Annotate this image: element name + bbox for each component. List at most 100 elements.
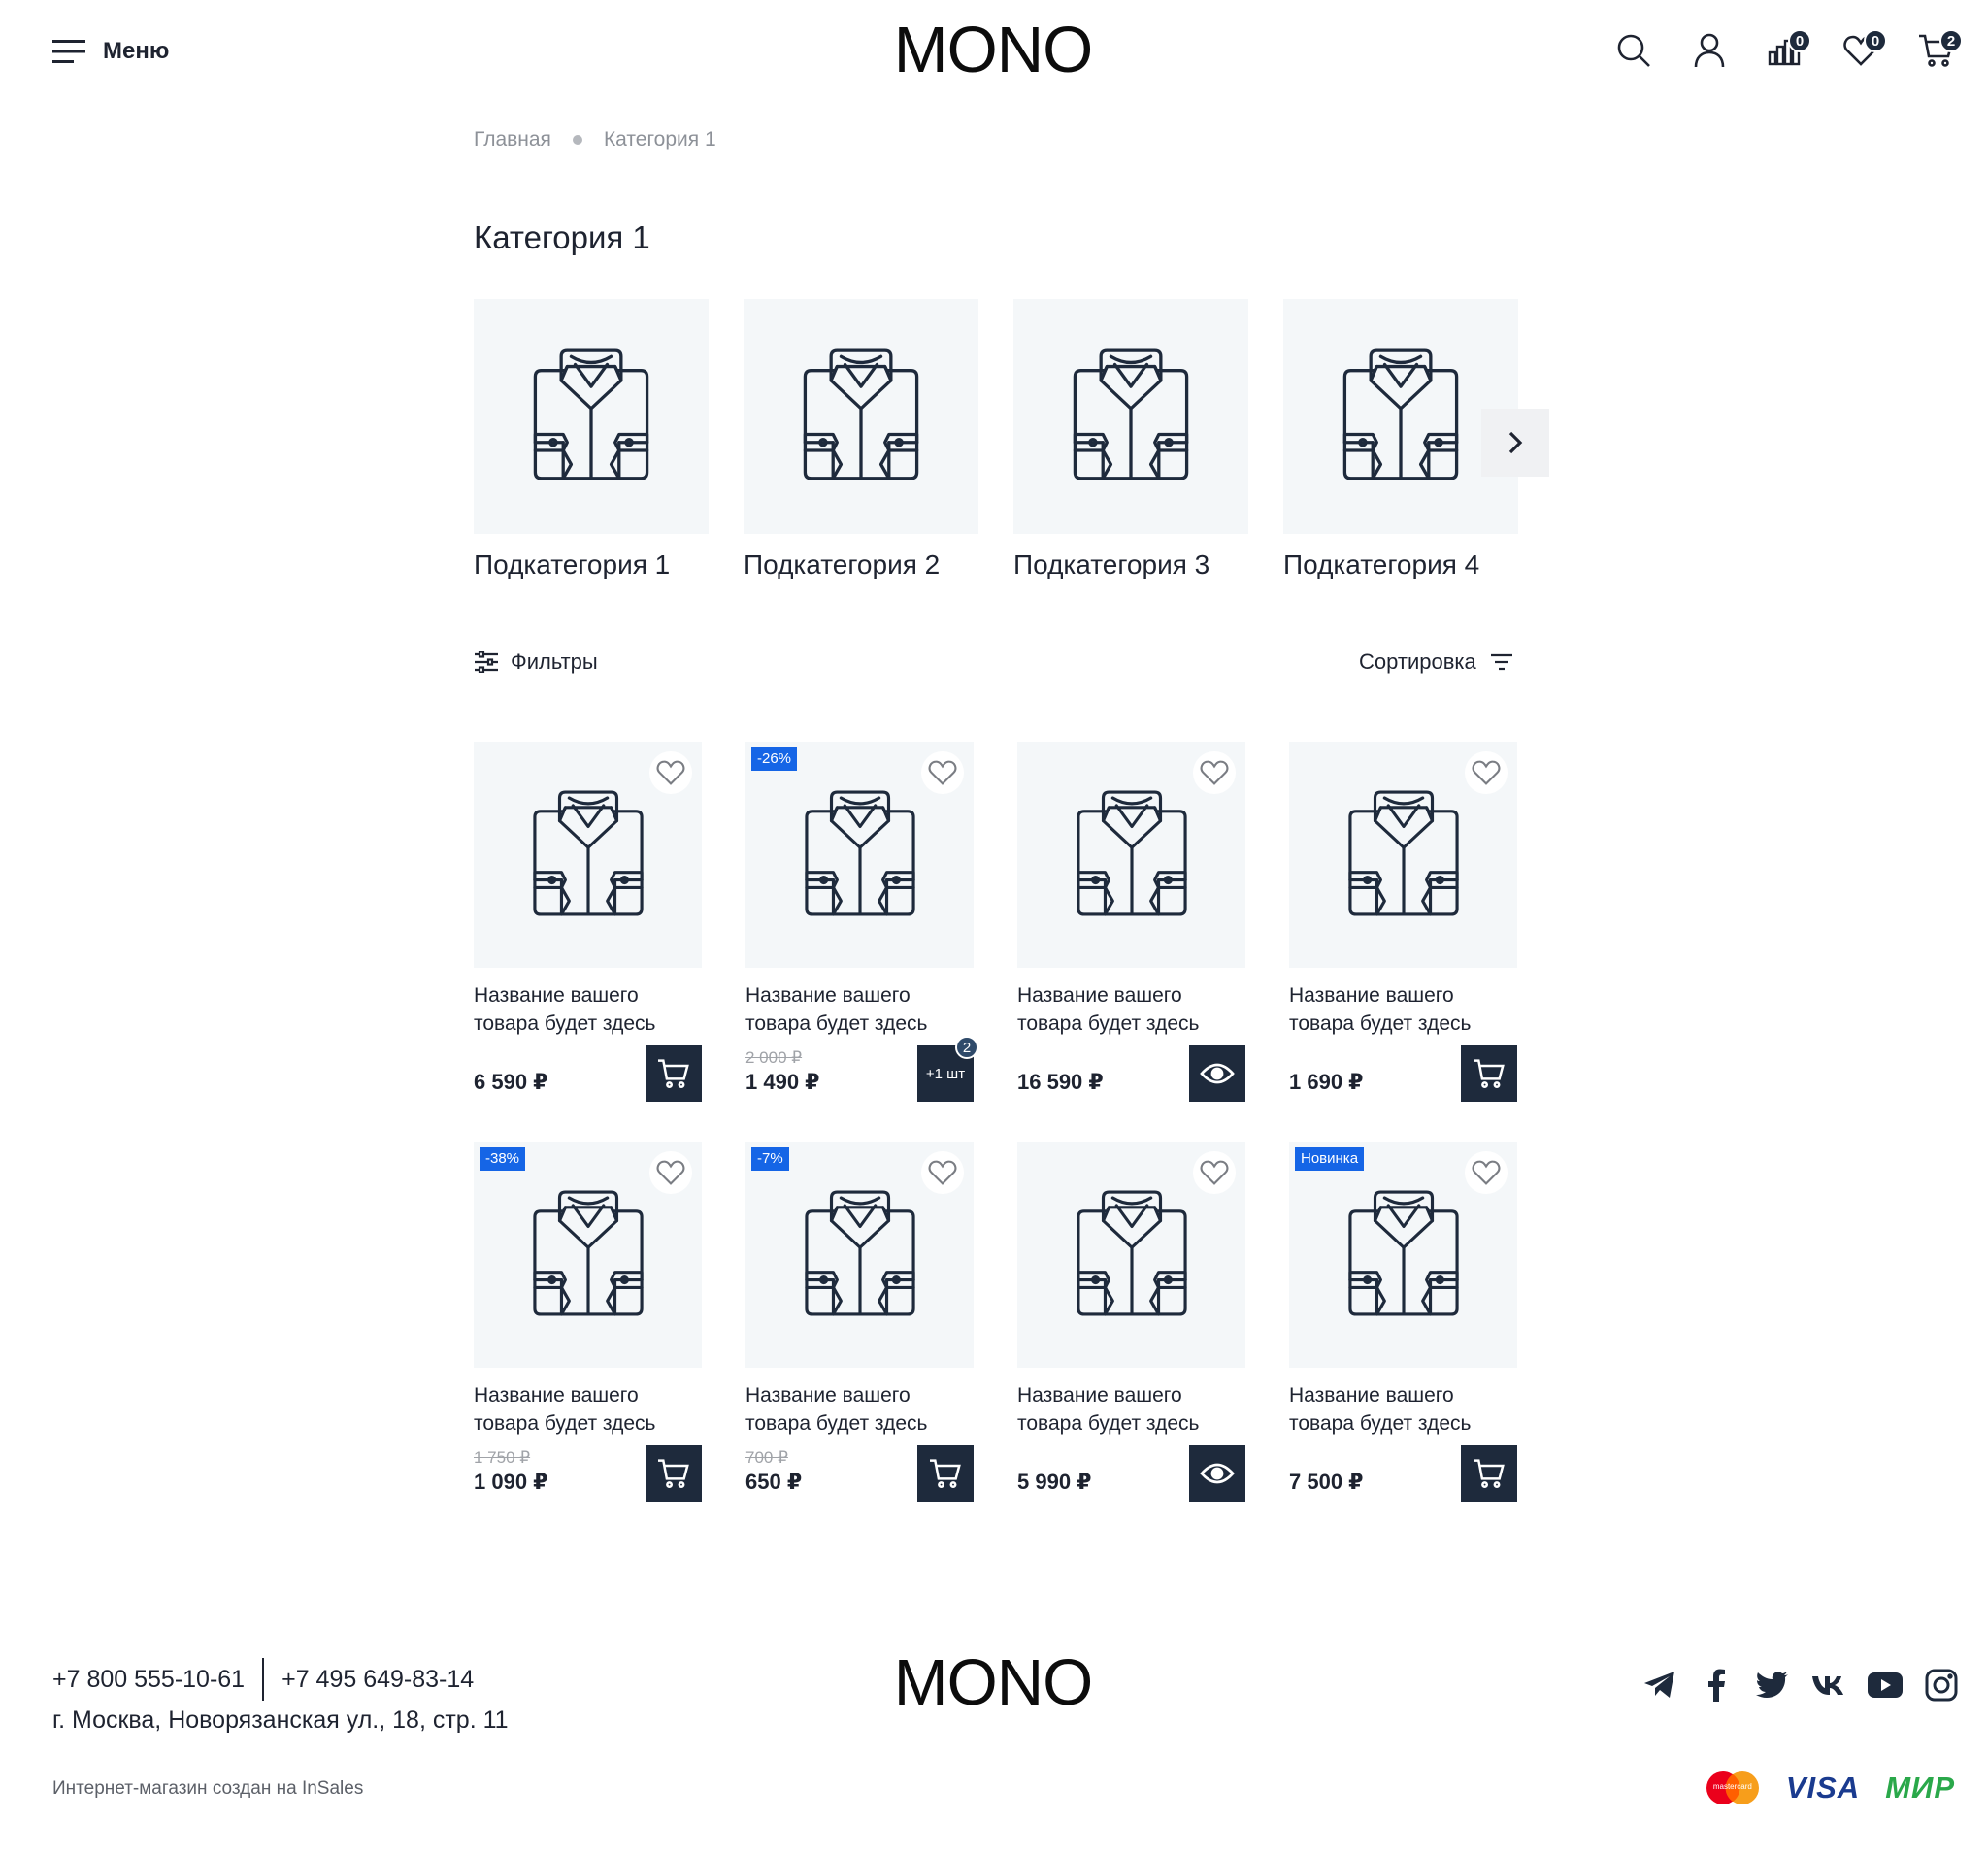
breadcrumb-separator xyxy=(572,135,582,145)
cart-icon xyxy=(930,1459,961,1489)
site-logo[interactable]: MONO xyxy=(866,17,1120,83)
subcategory-card[interactable]: Подкатегория 1 xyxy=(474,299,709,580)
add-to-cart-button[interactable] xyxy=(1461,1045,1517,1102)
twitter-link[interactable] xyxy=(1755,1668,1790,1703)
add-to-favorites-button[interactable] xyxy=(921,1151,964,1194)
footer-logo[interactable]: MONO xyxy=(866,1650,1120,1715)
product-card[interactable]: -38% Название вашего товара будет здесь 1 … xyxy=(474,1142,702,1502)
visa-logo: VISA xyxy=(1785,1771,1861,1804)
search-icon xyxy=(1617,34,1650,67)
product-name[interactable]: Название вашего товара будет здесь xyxy=(1289,981,1517,1038)
instagram-icon xyxy=(1925,1669,1958,1702)
product-image[interactable]: -7% xyxy=(746,1142,974,1368)
product-prices: 2 000 ₽ 1 490 ₽ xyxy=(746,1047,819,1096)
breadcrumb: Главная Категория 1 xyxy=(474,128,716,151)
add-to-cart-button[interactable] xyxy=(917,1445,974,1502)
facebook-link[interactable] xyxy=(1699,1668,1734,1703)
subcategory-card[interactable]: Подкатегория 2 xyxy=(744,299,978,580)
product-name[interactable]: Название вашего товара будет здесь xyxy=(474,981,702,1038)
shirt-icon xyxy=(1342,348,1459,480)
product-card[interactable]: Новинка Название вашего товара будет здес… xyxy=(1289,1142,1517,1502)
add-to-favorites-button[interactable] xyxy=(649,1151,692,1194)
footer-phones: +7 800 555-10-61 +7 495 649-83-14 xyxy=(52,1658,474,1701)
sort-icon xyxy=(1490,653,1512,671)
shirt-icon xyxy=(533,348,649,480)
product-name[interactable]: Название вашего товара будет здесь xyxy=(474,1381,702,1438)
product-image[interactable] xyxy=(1017,742,1245,968)
product-prices: 1 690 ₽ xyxy=(1289,1069,1363,1096)
shirt-icon xyxy=(1076,790,1187,916)
quick-view-button[interactable] xyxy=(1189,1045,1245,1102)
add-to-cart-button[interactable] xyxy=(1461,1445,1517,1502)
instagram-link[interactable] xyxy=(1924,1668,1959,1703)
add-to-favorites-button[interactable] xyxy=(1465,751,1508,794)
add-to-favorites-button[interactable] xyxy=(1465,1151,1508,1194)
product-name[interactable]: Название вашего товара будет здесь xyxy=(746,1381,974,1438)
favorites-count-badge: 0 xyxy=(1864,29,1887,52)
subcategory-name: Подкатегория 3 xyxy=(1013,549,1210,579)
telegram-icon xyxy=(1644,1672,1674,1698)
subcategory-card[interactable]: Подкатегория 3 xyxy=(1013,299,1248,580)
footer-logo-text: MONO xyxy=(893,1646,1093,1719)
shirt-icon xyxy=(532,790,644,916)
footer-phone-1[interactable]: +7 800 555-10-61 xyxy=(52,1666,245,1694)
add-to-cart-button[interactable] xyxy=(646,1445,702,1502)
search-button[interactable] xyxy=(1611,23,1656,78)
product-badge: -26% xyxy=(751,747,798,771)
product-card[interactable]: Название вашего товара будет здесь 16 590… xyxy=(1017,742,1245,1102)
footer-credit[interactable]: Интернет-магазин создан на InSales xyxy=(52,1778,363,1800)
product-card[interactable]: Название вашего товара будет здесь 1 690 … xyxy=(1289,742,1517,1102)
menu-button[interactable]: Меню xyxy=(52,33,169,70)
social-links xyxy=(1642,1668,1959,1703)
sliders-icon xyxy=(475,651,498,673)
slider-next-button[interactable] xyxy=(1481,409,1549,477)
product-card[interactable]: -26% Название вашего товара будет здесь 2 … xyxy=(746,742,978,1102)
product-image[interactable] xyxy=(474,742,702,968)
product-card[interactable]: -7% Название вашего товара будет здесь 700… xyxy=(746,1142,974,1502)
product-image[interactable]: Новинка xyxy=(1289,1142,1517,1368)
shirt-icon xyxy=(1076,1190,1187,1316)
add-one-more-button[interactable]: +1 шт 2 xyxy=(917,1036,978,1102)
footer-address: г. Москва, Новорязанская ул., 18, стр. 1… xyxy=(52,1706,509,1734)
product-price: 6 590 ₽ xyxy=(474,1070,548,1094)
compare-button[interactable]: 0 xyxy=(1763,23,1811,78)
sort-button[interactable]: Сортировка xyxy=(1359,649,1513,675)
subcategory-slider: Подкатегория 1 Подкатегория 2 Подкатегор… xyxy=(474,299,1549,590)
product-name[interactable]: Название вашего товара будет здесь xyxy=(746,981,974,1038)
product-card[interactable]: Название вашего товара будет здесь 5 990 … xyxy=(1017,1142,1245,1502)
account-button[interactable] xyxy=(1687,23,1732,78)
vk-link[interactable] xyxy=(1811,1668,1846,1703)
product-name[interactable]: Название вашего товара будет здесь xyxy=(1017,981,1245,1038)
add-to-favorites-button[interactable] xyxy=(649,751,692,794)
user-icon xyxy=(1694,33,1725,68)
product-name[interactable]: Название вашего товара будет здесь xyxy=(1289,1381,1517,1438)
filters-button[interactable]: Фильтры xyxy=(474,649,598,675)
telegram-link[interactable] xyxy=(1642,1668,1677,1703)
product-card[interactable]: Название вашего товара будет здесь 6 590 … xyxy=(474,742,702,1102)
product-name[interactable]: Название вашего товара будет здесь xyxy=(1017,1381,1245,1438)
sort-label: Сортировка xyxy=(1359,649,1476,674)
youtube-link[interactable] xyxy=(1868,1668,1903,1703)
cart-button[interactable]: 2 xyxy=(1914,23,1963,78)
shirt-icon xyxy=(532,1190,644,1316)
compare-count-badge: 0 xyxy=(1788,29,1811,52)
product-price: 1 490 ₽ xyxy=(746,1070,820,1094)
breadcrumb-home-link[interactable]: Главная xyxy=(474,128,551,151)
product-price: 5 990 ₽ xyxy=(1017,1470,1092,1494)
payment-methods: mastercard VISA МИР xyxy=(1705,1771,1955,1805)
breadcrumb-current: Категория 1 xyxy=(603,128,716,150)
youtube-icon xyxy=(1868,1672,1903,1698)
product-image[interactable] xyxy=(1289,742,1517,968)
add-to-favorites-button[interactable] xyxy=(1193,751,1236,794)
product-image[interactable] xyxy=(1017,1142,1245,1368)
favorites-button[interactable]: 0 xyxy=(1839,23,1887,78)
cart-icon xyxy=(1474,1059,1505,1089)
quick-view-button[interactable] xyxy=(1189,1445,1245,1502)
product-image[interactable]: -38% xyxy=(474,1142,702,1368)
product-price: 7 500 ₽ xyxy=(1289,1470,1364,1494)
footer-phone-2[interactable]: +7 495 649-83-14 xyxy=(282,1666,474,1694)
product-image[interactable]: -26% xyxy=(746,742,974,968)
add-to-cart-button[interactable] xyxy=(646,1045,702,1102)
add-to-favorites-button[interactable] xyxy=(921,751,964,794)
add-to-favorites-button[interactable] xyxy=(1193,1151,1236,1194)
